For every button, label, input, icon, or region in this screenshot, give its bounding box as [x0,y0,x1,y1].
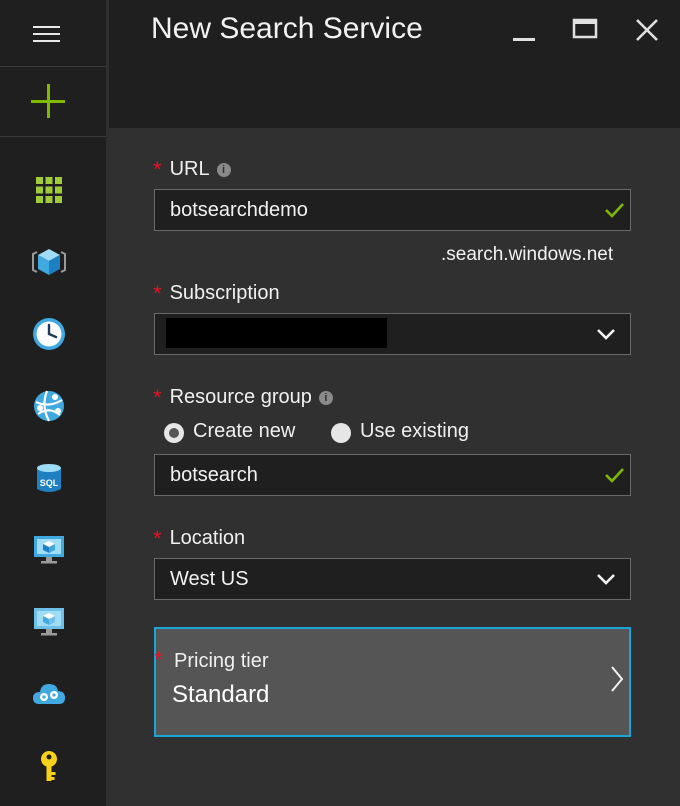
sidebar-separator [0,136,106,137]
required-asterisk: * [153,385,162,410]
resource-group-input-value: botsearch [170,464,258,486]
url-input[interactable]: botsearchdemo [154,189,631,231]
network-globe-icon[interactable] [31,388,67,424]
subscription-dropdown[interactable] [154,313,631,355]
required-asterisk: * [153,281,162,306]
resource-cube-icon[interactable] [31,244,67,280]
pricing-tier-selector[interactable]: * Pricing tier Standard [154,627,631,737]
chevron-down-icon [597,329,615,340]
blade-title: New Search Service [151,12,423,45]
sql-database-icon[interactable]: SQL [31,460,67,496]
required-asterisk: * [153,526,162,551]
location-dropdown-value: West US [170,568,249,590]
pricing-tier-value: Standard [172,681,270,708]
cloud-service-icon[interactable] [31,676,67,712]
minimize-button[interactable] [507,14,541,48]
hamburger-menu-button[interactable] [0,0,106,66]
sidebar: SQL [0,0,106,806]
resource-group-input[interactable]: botsearch [154,454,631,496]
valid-check-icon [605,468,624,483]
info-icon[interactable]: i [216,163,231,177]
info-icon[interactable]: i [318,391,333,405]
svg-text:SQL: SQL [40,478,59,488]
dashboard-grid-icon[interactable] [31,172,67,208]
url-domain-suffix: .search.windows.net [441,244,614,265]
url-input-value: botsearchdemo [170,199,308,221]
virtual-machine-classic-icon[interactable] [31,604,67,640]
location-label: * Location [153,526,246,551]
create-new-radio[interactable] [164,423,184,443]
create-new-label[interactable]: Create new [193,420,295,443]
url-label: * URL i [153,155,231,182]
virtual-machine-icon[interactable] [31,532,67,568]
valid-check-icon [605,203,624,218]
location-dropdown[interactable]: West US [154,558,631,600]
close-button[interactable] [630,14,664,48]
resource-group-label: * Resource group i [153,383,333,410]
key-icon[interactable] [31,748,67,784]
clock-icon[interactable] [31,316,67,352]
pricing-tier-label: Pricing tier [174,650,269,672]
new-resource-button[interactable] [0,67,106,135]
use-existing-radio[interactable] [331,423,351,443]
chevron-right-icon [611,666,624,692]
subscription-label: * Subscription [153,281,280,306]
use-existing-label[interactable]: Use existing [360,420,469,443]
required-asterisk: * [153,157,162,182]
required-asterisk: * [154,647,163,672]
chevron-down-icon [597,574,615,585]
redacted-subscription-value [166,318,387,348]
maximize-button[interactable] [568,14,602,48]
